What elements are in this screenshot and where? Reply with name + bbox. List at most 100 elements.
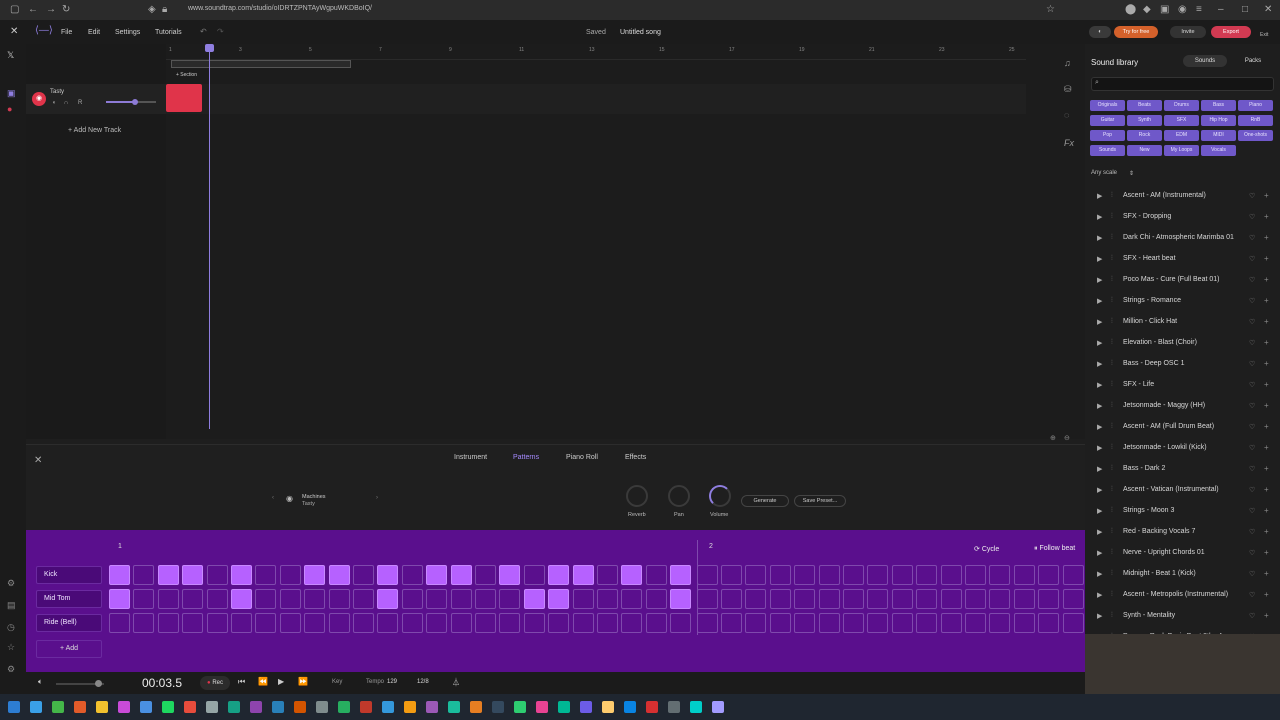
step-cell[interactable] (597, 589, 618, 609)
taskbar-app-icon[interactable] (514, 701, 526, 713)
step-cell[interactable] (916, 613, 938, 633)
taskbar-app-icon[interactable] (74, 701, 86, 713)
step-cell[interactable] (475, 565, 496, 585)
step-cell[interactable] (109, 589, 130, 609)
play-icon[interactable]: ▶ (1097, 276, 1102, 284)
waveform-icon[interactable]: ⫶ (1111, 507, 1113, 515)
taskbar-app-icon[interactable] (492, 701, 504, 713)
close-window-icon[interactable]: ✕ (1264, 4, 1272, 15)
taskbar-app-icon[interactable] (228, 701, 240, 713)
step-cell[interactable] (182, 589, 204, 609)
step-cell[interactable] (548, 613, 570, 633)
play-icon[interactable]: ▶ (1097, 339, 1102, 347)
add-icon[interactable]: + (1264, 401, 1269, 410)
close-editor-icon[interactable]: ✕ (34, 455, 42, 466)
waveform-icon[interactable]: ⫶ (1111, 486, 1113, 494)
minimize-icon[interactable]: – (1218, 4, 1224, 15)
music-note-icon[interactable]: ♫ (1064, 58, 1071, 68)
step-cell[interactable] (621, 589, 643, 609)
step-cell[interactable] (499, 589, 521, 609)
taskbar-app-icon[interactable] (470, 701, 482, 713)
library-item[interactable]: ▶ ⫶ Midnight - Beat 1 (Kick) ♡ + (1085, 563, 1280, 584)
step-cell[interactable] (450, 565, 472, 585)
invite-button[interactable]: Invite (1170, 26, 1206, 38)
taskbar-app-icon[interactable] (162, 701, 174, 713)
filter-chip[interactable]: Sounds (1090, 145, 1125, 156)
tab-patterns[interactable]: Patterns (513, 454, 539, 461)
step-cell[interactable] (645, 589, 667, 609)
step-cell[interactable] (843, 613, 864, 633)
step-cell[interactable] (328, 589, 350, 609)
step-cell[interactable] (401, 565, 423, 585)
filter-chip[interactable]: EDM (1164, 130, 1199, 141)
step-cell[interactable] (572, 565, 594, 585)
rewind-icon[interactable]: ⏪ (258, 677, 268, 686)
add-icon[interactable]: + (1264, 506, 1269, 515)
taskbar-app-icon[interactable] (30, 701, 42, 713)
heart-icon[interactable]: ♡ (1249, 318, 1255, 326)
taskbar-app-icon[interactable] (712, 701, 724, 713)
heart-icon[interactable]: ♡ (1249, 507, 1255, 515)
library-item[interactable]: ▶ ⫶ Million - Click Hat ♡ + (1085, 311, 1280, 332)
step-cell[interactable] (279, 613, 301, 633)
taskbar-app-icon[interactable] (8, 701, 20, 713)
add-icon[interactable]: + (1264, 443, 1269, 452)
taskbar-app-icon[interactable] (316, 701, 328, 713)
taskbar-app-icon[interactable] (360, 701, 372, 713)
play-icon[interactable]: ▶ (1097, 465, 1102, 473)
step-cell[interactable] (867, 565, 889, 585)
taskbar-app-icon[interactable] (294, 701, 306, 713)
add-icon[interactable]: + (1264, 485, 1269, 494)
step-cell[interactable] (621, 565, 643, 585)
menu-edit[interactable]: Edit (88, 29, 100, 36)
taskbar-app-icon[interactable] (96, 701, 108, 713)
filter-chip[interactable]: Beats (1127, 100, 1162, 111)
taskbar-app-icon[interactable] (602, 701, 614, 713)
step-cell[interactable] (231, 565, 252, 585)
library-item[interactable]: ▶ ⫶ Red - Backing Vocals 7 ♡ + (1085, 521, 1280, 542)
heart-icon[interactable]: ♡ (1249, 360, 1255, 368)
headphones-icon[interactable]: ∩ (64, 100, 68, 106)
add-icon[interactable]: + (1264, 254, 1269, 263)
reverb-knob[interactable] (626, 485, 648, 507)
step-cell[interactable] (133, 613, 155, 633)
waveform-icon[interactable]: ⫶ (1111, 528, 1113, 536)
step-cell[interactable] (1038, 613, 1060, 633)
step-cell[interactable] (475, 613, 496, 633)
step-cell[interactable] (670, 613, 692, 633)
step-cell[interactable] (353, 589, 374, 609)
step-cell[interactable] (450, 613, 472, 633)
step-cell[interactable] (109, 613, 130, 633)
add-icon[interactable]: + (1264, 359, 1269, 368)
tab-packs[interactable]: Packs (1233, 55, 1273, 67)
zoom-in-icon[interactable]: ⊕ (1050, 434, 1056, 442)
taskbar-app-icon[interactable] (272, 701, 284, 713)
step-cell[interactable] (965, 613, 986, 633)
add-icon[interactable]: + (1264, 212, 1269, 221)
step-cell[interactable] (769, 589, 791, 609)
step-cell[interactable] (353, 613, 374, 633)
library-item[interactable]: ▶ ⫶ Bass - Deep OSC 1 ♡ + (1085, 353, 1280, 374)
heart-icon[interactable]: ♡ (1249, 612, 1255, 620)
speaker-icon[interactable]: 🔈︎ (38, 677, 43, 687)
volume-handle[interactable] (132, 99, 138, 105)
filter-chip[interactable]: Pop (1090, 130, 1125, 141)
step-cell[interactable] (989, 613, 1011, 633)
toggle-icon[interactable]: ◐ (1089, 26, 1111, 38)
step-cell[interactable] (1013, 589, 1035, 609)
taskbar-app-icon[interactable] (206, 701, 218, 713)
play-icon[interactable]: ▶ (1097, 423, 1102, 431)
waveform-icon[interactable]: ⫶ (1111, 360, 1113, 368)
library-item[interactable]: ▶ ⫶ Jetsonmade - Lowkil (Kick) ♡ + (1085, 437, 1280, 458)
play-icon[interactable]: ▶ (1097, 213, 1102, 221)
tab-piano-roll[interactable]: Piano Roll (566, 454, 598, 461)
play-icon[interactable]: ▶ (1097, 507, 1102, 515)
extension-icon[interactable]: ⬤ (1125, 4, 1136, 15)
filter-chip[interactable]: New (1127, 145, 1162, 156)
heart-icon[interactable]: ♡ (1249, 486, 1255, 494)
star-icon[interactable]: ☆ (1046, 4, 1055, 15)
step-cell[interactable] (304, 613, 326, 633)
try-free-button[interactable]: Try for free (1114, 26, 1158, 38)
library-item[interactable]: ▶ ⫶ Jetsonmade - Maggy (HH) ♡ + (1085, 395, 1280, 416)
add-instrument-button[interactable]: + Add (36, 640, 102, 658)
